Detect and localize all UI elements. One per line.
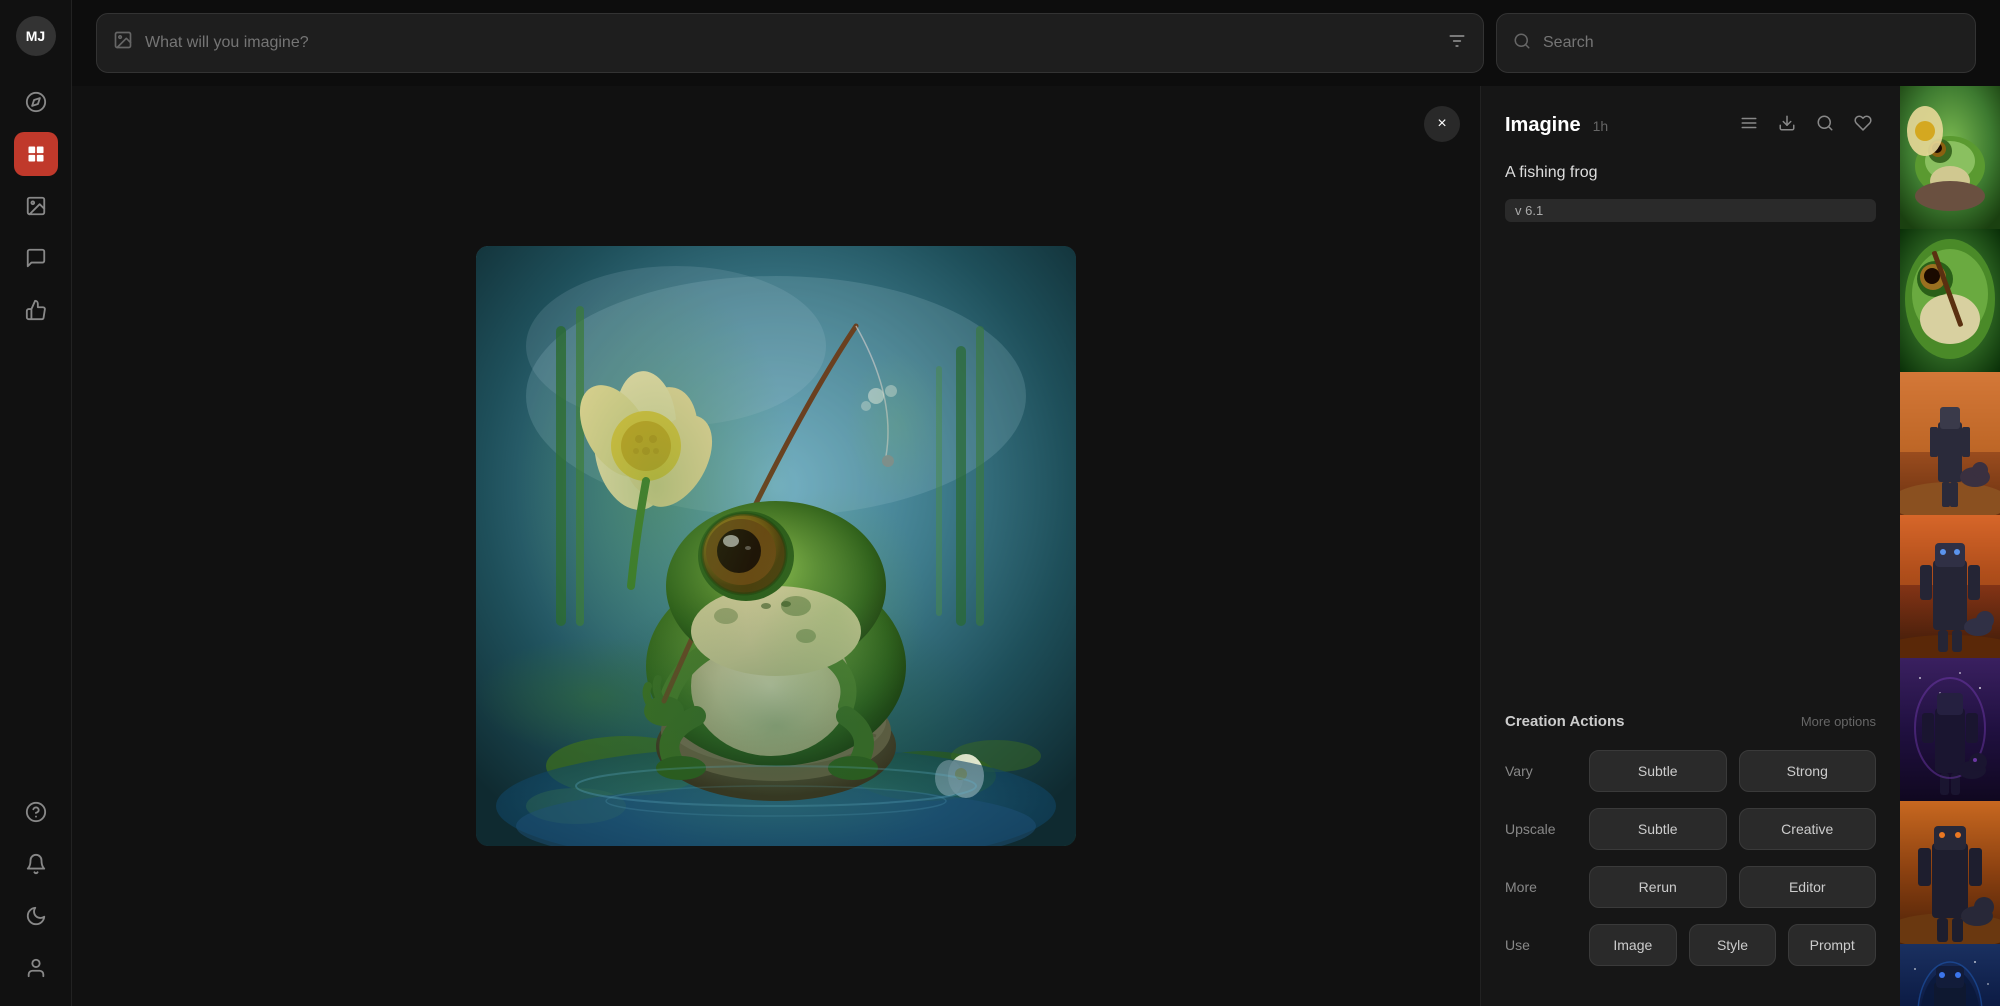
version-badge: v 6.1 [1505,199,1876,222]
search-detail-button[interactable] [1812,110,1838,141]
upscale-label: Upscale [1505,821,1577,837]
thumbnail-5[interactable] [1900,658,2000,801]
prompt-input-wrapper [96,13,1484,73]
vary-subtle-button[interactable]: Subtle [1589,750,1727,792]
creation-actions-title: Creation Actions [1505,713,1624,730]
use-image-button[interactable]: Image [1589,924,1677,966]
thumbnail-1[interactable] [1900,86,2000,229]
detail-time: 1h [1593,118,1609,134]
sidebar-item-profile[interactable] [14,946,58,990]
thumbnail-3[interactable] [1900,372,2000,515]
prompt-input[interactable] [145,34,1435,52]
close-button[interactable]: × [1424,106,1460,142]
detail-header: Imagine 1h [1505,110,1876,141]
use-style-button[interactable]: Style [1689,924,1777,966]
rerun-button[interactable]: Rerun [1589,866,1727,908]
vary-label: Vary [1505,763,1577,779]
filter-icon[interactable] [1447,31,1467,56]
image-viewer: × [72,86,1480,1006]
sidebar-item-chat[interactable] [14,236,58,280]
detail-title: Imagine [1505,114,1581,137]
topbar [72,0,2000,86]
content-area: × [72,86,2000,1006]
sidebar-item-help[interactable] [14,790,58,834]
more-options-link[interactable]: More options [1801,714,1876,729]
more-label: More [1505,879,1577,895]
vary-strong-button[interactable]: Strong [1739,750,1877,792]
main-area: × [72,0,2000,1006]
vary-row: Vary Subtle Strong [1505,750,1876,792]
download-button[interactable] [1774,110,1800,141]
sidebar-item-images[interactable] [14,184,58,228]
detail-actions [1736,110,1876,141]
frog-artwork [476,246,1076,846]
sidebar-item-explore[interactable] [14,80,58,124]
image-icon [113,30,133,56]
search-bar [1496,13,1976,73]
upscale-subtle-button[interactable]: Subtle [1589,808,1727,850]
use-row: Use Image Style Prompt [1505,924,1876,966]
main-image[interactable] [476,246,1076,846]
frog-painting [476,246,1076,846]
sidebar: MJ [0,0,72,1006]
detail-panel: Imagine 1h [1480,86,1900,1006]
upscale-creative-button[interactable]: Creative [1739,808,1877,850]
sidebar-item-darkmode[interactable] [14,894,58,938]
search-icon [1513,32,1531,55]
thumbnail-7[interactable] [1900,944,2000,1006]
search-input[interactable] [1543,34,1959,52]
creation-actions-section: Creation Actions More options Vary Subtl… [1505,713,1876,982]
sidebar-item-notifications[interactable] [14,842,58,886]
thumbnail-2[interactable] [1900,229,2000,372]
heart-button[interactable] [1850,110,1876,141]
menu-button[interactable] [1736,110,1762,141]
use-prompt-button[interactable]: Prompt [1788,924,1876,966]
editor-button[interactable]: Editor [1739,866,1877,908]
more-row: More Rerun Editor [1505,866,1876,908]
thumbnail-strip [1900,86,2000,1006]
creation-actions-header: Creation Actions More options [1505,713,1876,730]
use-label: Use [1505,937,1577,953]
sidebar-item-midjourney[interactable] [14,132,58,176]
sidebar-item-liked[interactable] [14,288,58,332]
spacer [1505,246,1876,713]
thumbnail-6[interactable] [1900,801,2000,944]
thumbnail-4[interactable] [1900,515,2000,658]
upscale-row: Upscale Subtle Creative [1505,808,1876,850]
prompt-text: A fishing frog [1505,161,1876,185]
user-avatar[interactable]: MJ [16,16,56,56]
